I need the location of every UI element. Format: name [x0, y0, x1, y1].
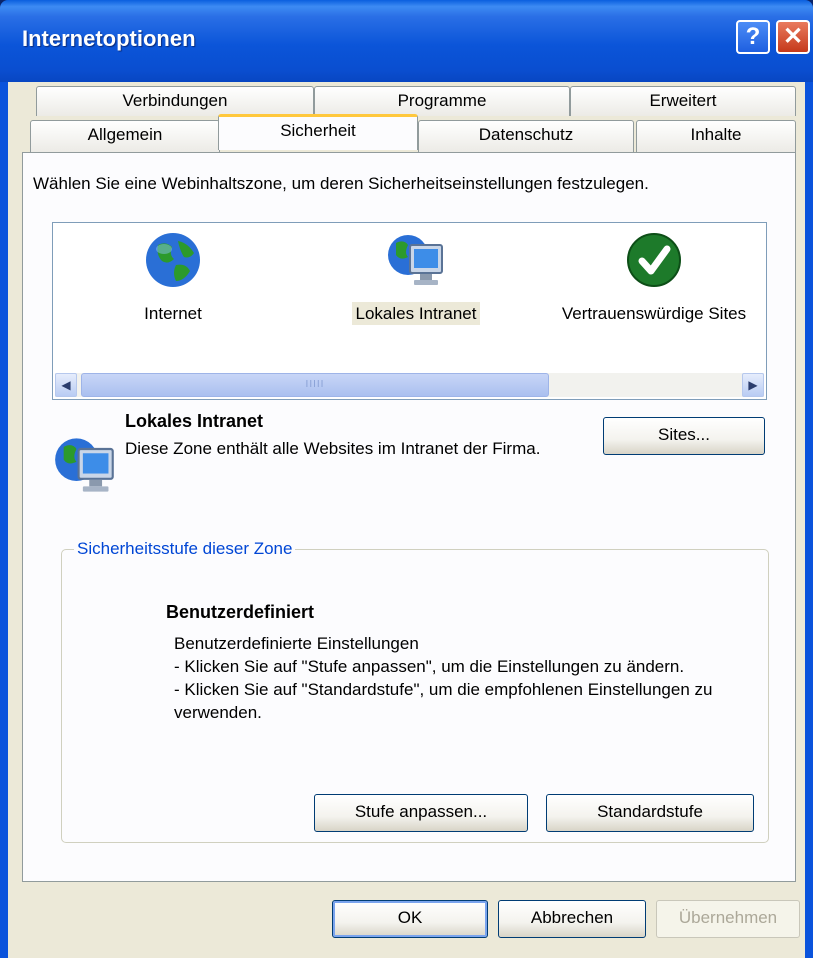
security-level-groupbox: Sicherheitsstufe dieser Zone Benutzerdef…: [61, 538, 769, 843]
level-desc-line: - Klicken Sie auf "Standardstufe", um di…: [174, 680, 713, 722]
tab-label: Erweitert: [649, 91, 717, 110]
dialog-client-area: Verbindungen Programme Erweitert Allgeme…: [8, 82, 805, 958]
zone-prompt-text: Wählen Sie eine Webinhaltszone, um deren…: [33, 174, 649, 193]
security-level-description: Benutzerdefinierte Einstellungen - Klick…: [174, 632, 734, 724]
tab-label: Allgemein: [87, 125, 163, 144]
zone-internet[interactable]: Internet: [68, 231, 278, 325]
checkmark-icon: [627, 233, 681, 287]
zone-vertrauenswuerdige-sites[interactable]: Vertrauenswürdige Sites: [545, 231, 763, 325]
window-frame-left: [0, 82, 8, 958]
tab-erweitert[interactable]: Erweitert: [570, 86, 796, 116]
close-button[interactable]: ✕: [776, 20, 810, 54]
selected-zone-intranet-icon: [55, 438, 114, 492]
security-tab-panel: Wählen Sie eine Webinhaltszone, um deren…: [22, 152, 796, 882]
selected-zone-description: Diese Zone enthält alle Websites im Intr…: [125, 439, 541, 458]
tab-inhalte[interactable]: Inhalte: [636, 120, 796, 152]
tab-label: Datenschutz: [478, 125, 574, 144]
tab-label: Verbindungen: [122, 91, 228, 110]
level-desc-line: Benutzerdefinierte Einstellungen: [174, 634, 419, 653]
zone-list-horizontal-scrollbar[interactable]: ◀ IIIII ▶: [55, 373, 764, 397]
apply-button[interactable]: Übernehmen: [656, 900, 800, 938]
groupbox-legend: Sicherheitsstufe dieser Zone: [74, 538, 296, 560]
help-button[interactable]: ?: [736, 20, 770, 54]
tab-label: Inhalte: [690, 125, 742, 144]
globe-icon: [146, 233, 200, 287]
window-frame-right: [805, 82, 813, 958]
security-level-title: Benutzerdefiniert: [166, 602, 315, 622]
cancel-button[interactable]: Abbrechen: [498, 900, 646, 938]
tab-allgemein[interactable]: Allgemein: [30, 120, 220, 152]
tab-datenschutz[interactable]: Datenschutz: [418, 120, 634, 152]
selected-zone-title: Lokales Intranet: [125, 411, 264, 431]
zone-label-lokales-intranet: Lokales Intranet: [351, 302, 481, 325]
default-level-button[interactable]: Standardstufe: [546, 794, 754, 832]
scroll-right-arrow-icon[interactable]: ▶: [742, 373, 764, 397]
window-title: Internetoptionen: [22, 26, 196, 51]
title-bar[interactable]: Internetoptionen ? ✕: [0, 0, 813, 82]
ok-button[interactable]: OK: [332, 900, 488, 938]
intranet-icon: [388, 235, 443, 285]
scroll-left-arrow-icon[interactable]: ◀: [55, 373, 77, 397]
tab-verbindungen[interactable]: Verbindungen: [36, 86, 314, 116]
zone-label-vertrauenswuerdige-sites: Vertrauenswürdige Sites: [561, 304, 747, 323]
zone-list: Internet Lokales Intranet Vertrauenswürd…: [52, 222, 767, 400]
tab-programme[interactable]: Programme: [314, 86, 570, 116]
tab-label: Programme: [397, 91, 487, 110]
zone-lokales-intranet[interactable]: Lokales Intranet: [311, 231, 521, 325]
zone-label-internet: Internet: [144, 304, 202, 323]
internet-options-window: Internetoptionen ? ✕ Verbindungen Progra…: [0, 0, 813, 958]
level-desc-line: - Klicken Sie auf "Stufe anpassen", um d…: [174, 657, 685, 676]
scroll-thumb[interactable]: IIIII: [81, 373, 549, 397]
sites-button[interactable]: Sites...: [603, 417, 765, 455]
tab-label: Sicherheit: [280, 121, 356, 140]
tab-sicherheit[interactable]: Sicherheit: [218, 114, 418, 150]
custom-level-button[interactable]: Stufe anpassen...: [314, 794, 528, 832]
